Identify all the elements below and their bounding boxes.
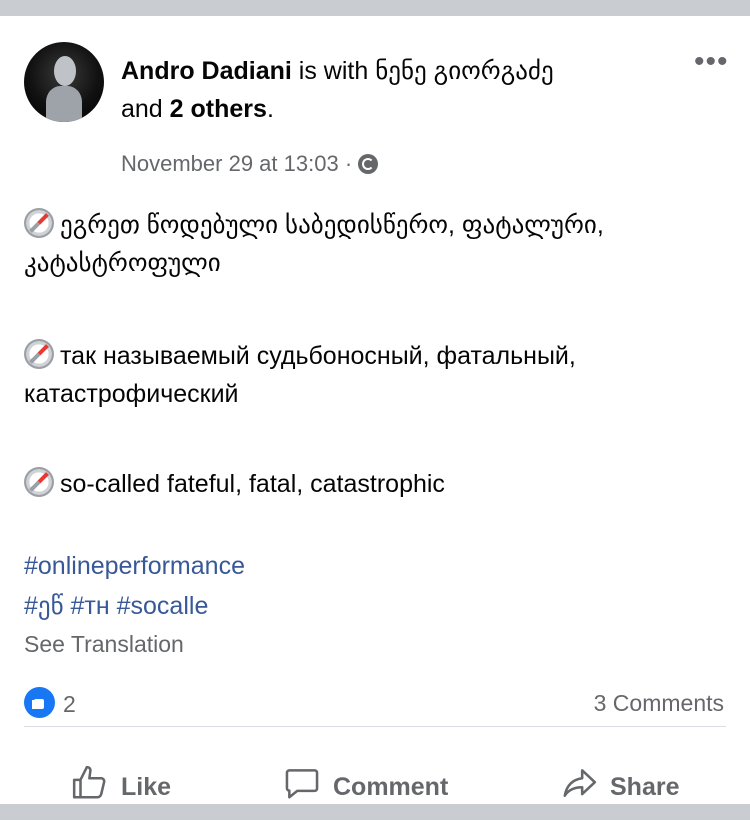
post-paragraph-russian: так называемый судьбоносный, фатальный, … (24, 337, 724, 413)
hashtag-line-1: #onlineperformance (24, 550, 245, 582)
period: . (266, 95, 274, 123)
divider (24, 726, 726, 727)
thumbs-up-icon (24, 687, 55, 718)
post-header-line-2: and 2 others. (121, 94, 274, 124)
comment-icon (285, 769, 319, 799)
comment-label: Comment (333, 773, 449, 801)
hashtag-tn[interactable]: #тн (71, 592, 110, 620)
paragraph-text: так называемый судьбоносный, фатальный, … (24, 342, 576, 408)
paragraph-text: ეგრეთ წოდებული საბედისწერო, ფატალური, კა… (24, 211, 604, 277)
avatar-body (46, 86, 82, 122)
avatar-head (54, 56, 76, 86)
post-header-line-1: Andro Dadiani is with ნენე გიორგაძე (121, 56, 554, 86)
hashtag-onlineperformance[interactable]: #onlineperformance (24, 552, 245, 580)
like-button[interactable]: Like (71, 764, 171, 804)
more-options-icon[interactable]: ••• (694, 47, 729, 77)
see-translation-link[interactable]: See Translation (24, 629, 184, 659)
like-icon (72, 765, 106, 799)
share-label: Share (610, 773, 680, 801)
meta-separator: · (344, 151, 353, 176)
paragraph-text: so-called fateful, fatal, catastrophic (60, 470, 445, 498)
reaction-summary[interactable]: 2 (24, 687, 76, 720)
compass-icon (24, 467, 54, 497)
comment-button[interactable]: Comment (283, 764, 448, 804)
author-name[interactable]: Andro Dadiani (121, 57, 292, 85)
post-paragraph-georgian: ეგრეთ წოდებული საბედისწერო, ფატალური, კა… (24, 206, 724, 282)
post-paragraph-english: so-called fateful, fatal, catastrophic (24, 465, 724, 503)
post-meta: November 29 at 13:03 · (121, 150, 379, 178)
with-text: is with (298, 57, 369, 85)
globe-icon[interactable] (358, 154, 379, 174)
timestamp[interactable]: November 29 at 13:03 (121, 151, 339, 176)
comments-count-link[interactable]: 3 Comments (594, 687, 724, 719)
avatar[interactable] (24, 42, 104, 122)
and-text: and (121, 95, 163, 123)
others-link[interactable]: 2 others (170, 95, 267, 123)
like-count: 2 (63, 691, 76, 717)
post-card: ••• Andro Dadiani is with ნენე გიორგაძე … (0, 16, 750, 804)
hashtag-line-2: #ეწ #тн #socalle (24, 590, 208, 622)
tagged-user[interactable]: ნენე გიორგაძე (375, 57, 553, 85)
like-label: Like (121, 773, 172, 801)
share-button[interactable]: Share (560, 764, 679, 804)
compass-icon (24, 339, 54, 369)
compass-icon (24, 208, 54, 238)
hashtag-socalle[interactable]: #socalle (117, 592, 209, 620)
hashtag-ets[interactable]: #ეწ (24, 592, 64, 620)
share-icon (563, 769, 597, 797)
